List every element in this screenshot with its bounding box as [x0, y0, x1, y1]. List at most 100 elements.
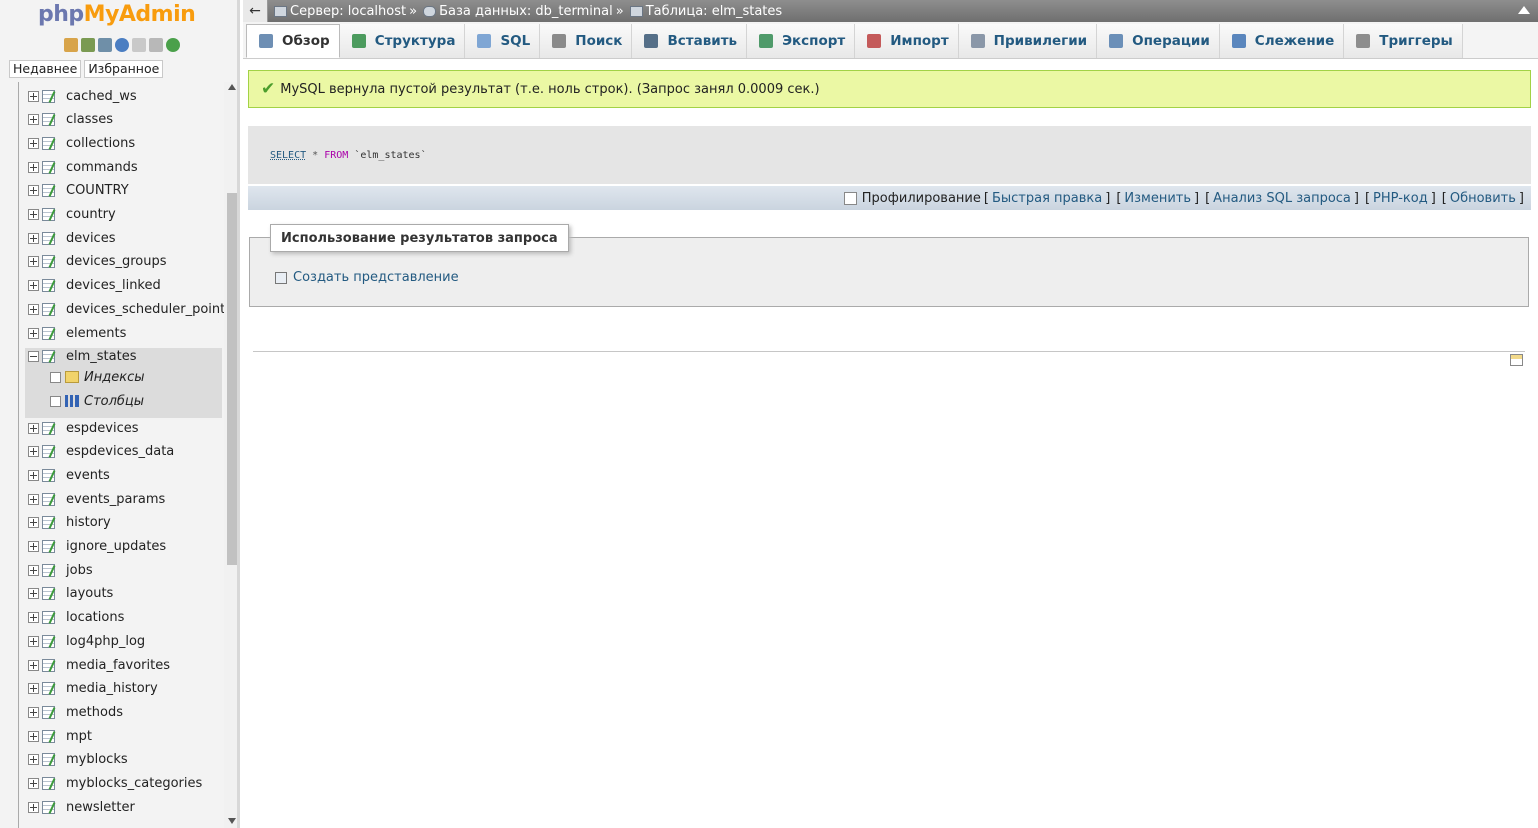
expand-icon[interactable]: [28, 209, 39, 220]
scroll-down-icon[interactable]: [228, 818, 236, 824]
help-icon[interactable]: [115, 38, 129, 52]
table-name[interactable]: myblocks_categories: [66, 776, 202, 791]
collapse-nav-icon[interactable]: ←: [243, 0, 268, 22]
table-icon[interactable]: [42, 89, 60, 103]
tree-node-table[interactable]: country: [28, 204, 116, 226]
table-icon[interactable]: [42, 113, 60, 127]
tab-privileges[interactable]: Привилегии: [958, 24, 1098, 58]
table-name[interactable]: events: [66, 468, 110, 483]
expand-icon[interactable]: [28, 90, 39, 102]
expand-icon[interactable]: [28, 446, 39, 458]
expand-icon[interactable]: [28, 541, 39, 552]
breadcrumb-table[interactable]: Таблица: elm_states: [629, 4, 782, 19]
sql-query-icon[interactable]: [98, 38, 112, 52]
tree-node-table[interactable]: events_params: [28, 488, 165, 510]
table-icon[interactable]: [42, 492, 60, 506]
php-code-link[interactable]: PHP-код: [1373, 191, 1428, 206]
tree-node-table[interactable]: devices_linked: [28, 275, 161, 297]
table-icon[interactable]: [42, 634, 60, 648]
table-name[interactable]: devices_scheduler_points: [66, 302, 224, 317]
tree-node-table[interactable]: ignore_updates: [28, 536, 166, 558]
table-icon[interactable]: [42, 421, 60, 435]
table-icon[interactable]: [42, 658, 60, 672]
tab-insert[interactable]: Вставить: [632, 24, 748, 58]
table-name[interactable]: COUNTRY: [66, 183, 129, 198]
table-name[interactable]: ignore_updates: [66, 539, 166, 554]
tree-node-table[interactable]: classes: [28, 109, 113, 131]
tree-node-table[interactable]: newsletter: [28, 796, 135, 818]
table-name[interactable]: devices_groups: [66, 254, 167, 269]
table-icon[interactable]: [42, 540, 60, 553]
expand-icon[interactable]: [28, 232, 39, 244]
refresh-link[interactable]: Обновить: [1450, 191, 1516, 206]
expand-icon[interactable]: [28, 635, 39, 647]
table-icon[interactable]: [42, 350, 60, 364]
table-name[interactable]: espdevices_data: [66, 444, 174, 459]
scroll-thumb[interactable]: [227, 193, 237, 565]
table-name[interactable]: media_favorites: [66, 658, 170, 673]
table-name[interactable]: cached_ws: [66, 89, 137, 104]
table-name[interactable]: country: [66, 207, 116, 222]
tree-node-table[interactable]: elm_states: [28, 346, 136, 368]
tree-node-table[interactable]: locations: [28, 607, 124, 629]
home-icon[interactable]: [64, 38, 78, 52]
tree-node-table[interactable]: methods: [28, 701, 123, 723]
edit-link[interactable]: Изменить: [1124, 191, 1191, 206]
table-name[interactable]: history: [66, 515, 111, 530]
table-icon[interactable]: [42, 160, 60, 174]
table-icon[interactable]: [42, 800, 60, 814]
table-icon[interactable]: [42, 682, 60, 696]
table-name[interactable]: collections: [66, 136, 135, 151]
table-name[interactable]: log4php_log: [66, 634, 145, 649]
expand-icon[interactable]: [28, 659, 39, 671]
tree-node-table[interactable]: devices_scheduler_points: [28, 298, 224, 320]
logout-icon[interactable]: [81, 38, 95, 52]
table-icon[interactable]: [42, 208, 60, 221]
expand-icon[interactable]: [28, 778, 39, 789]
table-icon[interactable]: [42, 705, 60, 719]
table-icon[interactable]: [42, 279, 60, 293]
tree-node-columns[interactable]: Столбцы: [50, 390, 144, 412]
tree-node-table[interactable]: collections: [28, 132, 135, 154]
table-icon[interactable]: [42, 445, 60, 459]
table-name[interactable]: mpt: [66, 729, 92, 744]
docs-icon[interactable]: [132, 38, 146, 52]
explain-sql-link[interactable]: Анализ SQL запроса: [1213, 191, 1351, 206]
expand-icon[interactable]: [28, 280, 39, 292]
tree-node-table[interactable]: devices: [28, 227, 115, 249]
table-name[interactable]: locations: [66, 610, 124, 625]
breadcrumb-database[interactable]: База данных: db_terminal»: [423, 4, 624, 19]
settings-icon[interactable]: [149, 38, 163, 52]
table-name[interactable]: espdevices: [66, 421, 139, 436]
table-icon[interactable]: [42, 231, 60, 245]
table-icon[interactable]: [42, 611, 60, 625]
tree-node-table[interactable]: espdevices_data: [28, 441, 174, 463]
table-icon[interactable]: [42, 136, 60, 150]
tree-node-table[interactable]: layouts: [28, 583, 113, 605]
expand-icon[interactable]: [28, 730, 39, 742]
table-name[interactable]: elements: [66, 326, 126, 341]
table-name[interactable]: layouts: [66, 586, 113, 601]
table-name[interactable]: methods: [66, 705, 123, 720]
expand-icon[interactable]: [28, 588, 39, 600]
table-icon[interactable]: [42, 777, 60, 790]
table-icon[interactable]: [42, 753, 60, 767]
tab-triggers[interactable]: Триггеры: [1344, 24, 1463, 58]
breadcrumb-server[interactable]: Сервер: localhost»: [274, 4, 417, 19]
tree-node-table[interactable]: myblocks_categories: [28, 773, 202, 795]
table-name[interactable]: commands: [66, 160, 138, 175]
tree-node-table[interactable]: devices_groups: [28, 251, 167, 273]
tree-node-table[interactable]: myblocks: [28, 749, 128, 771]
tree-node-indexes[interactable]: Индексы: [50, 366, 144, 388]
tab-operations[interactable]: Операции: [1097, 24, 1220, 58]
expand-icon[interactable]: [28, 327, 39, 339]
expand-icon[interactable]: [28, 801, 39, 813]
table-name[interactable]: jobs: [66, 563, 93, 578]
phpmyadmin-logo[interactable]: phpMyAdmin: [38, 2, 196, 27]
table-icon[interactable]: [42, 302, 60, 316]
table-name[interactable]: devices: [66, 231, 115, 246]
tab-search[interactable]: Поиск: [540, 24, 633, 58]
table-icon[interactable]: [42, 255, 60, 269]
table-icon[interactable]: [42, 729, 60, 743]
table-icon[interactable]: [42, 563, 60, 577]
